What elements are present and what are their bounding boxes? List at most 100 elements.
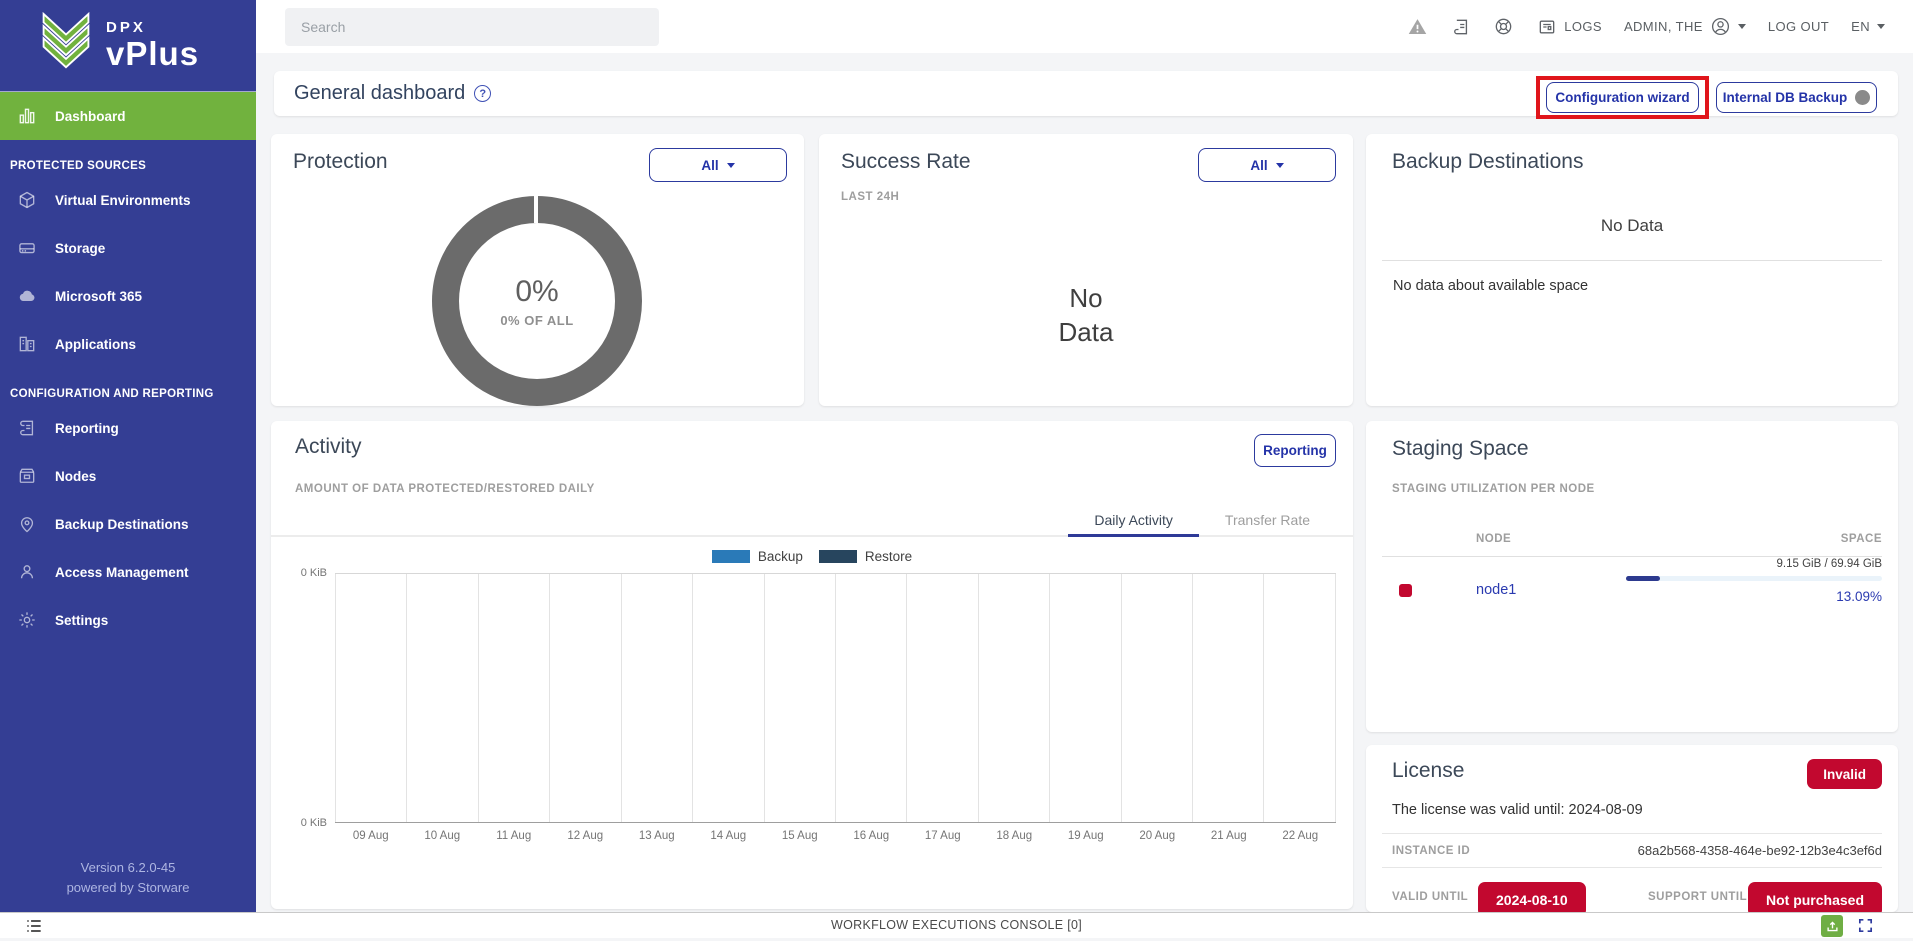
success-rate-subtitle: LAST 24H bbox=[841, 191, 899, 203]
status-dot-icon bbox=[1855, 90, 1870, 105]
cube-icon bbox=[17, 190, 37, 210]
license-status-badge: Invalid bbox=[1807, 759, 1882, 789]
success-rate-no-data: No Data bbox=[819, 282, 1353, 350]
map-pin-icon bbox=[17, 514, 37, 534]
page-title: General dashboard bbox=[294, 82, 465, 105]
support-until-label: SUPPORT UNTIL bbox=[1648, 891, 1747, 903]
chevron-down-icon bbox=[1738, 24, 1746, 29]
node-usage-fill bbox=[1626, 576, 1660, 581]
language-label: EN bbox=[1851, 19, 1870, 34]
column-header-node: NODE bbox=[1476, 533, 1511, 545]
logout-button[interactable]: LOG OUT bbox=[1768, 19, 1829, 34]
brand-chevron-icon bbox=[38, 12, 94, 77]
sidebar-item-label: Nodes bbox=[55, 469, 96, 484]
valid-until-label: VALID UNTIL bbox=[1392, 891, 1468, 903]
help-lifebuoy-icon[interactable] bbox=[1493, 16, 1514, 37]
brand-name-top: DPX bbox=[106, 20, 199, 35]
user-menu[interactable]: ADMIN, THE bbox=[1624, 16, 1746, 37]
sidebar-item-backup-destinations[interactable]: Backup Destinations bbox=[0, 500, 256, 548]
bar-chart-icon bbox=[17, 106, 37, 126]
node-space-value: 9.15 GiB / 69.94 GiB bbox=[1777, 558, 1882, 570]
sidebar-item-virtual-environments[interactable]: Virtual Environments bbox=[0, 176, 256, 224]
filter-label: All bbox=[701, 158, 718, 173]
version-info: Version 6.2.0-45 powered by Storware bbox=[0, 858, 256, 898]
help-icon[interactable]: ? bbox=[474, 85, 491, 102]
success-rate-title: Success Rate bbox=[841, 150, 971, 174]
support-until-badge: Not purchased bbox=[1748, 882, 1882, 912]
cloud-icon bbox=[17, 286, 37, 306]
backup-destinations-title: Backup Destinations bbox=[1392, 150, 1583, 174]
sidebar-item-microsoft-365[interactable]: Microsoft 365 bbox=[0, 272, 256, 320]
activity-reporting-button[interactable]: Reporting bbox=[1254, 434, 1336, 467]
sidebar-item-applications[interactable]: Applications bbox=[0, 320, 256, 368]
internal-db-backup-button[interactable]: Internal DB Backup bbox=[1716, 82, 1877, 113]
sidebar-section-protected-sources: PROTECTED SOURCES bbox=[0, 140, 256, 176]
activity-panel: Activity Reporting AMOUNT OF DATA PROTEC… bbox=[271, 421, 1353, 909]
protection-percent: 0% bbox=[515, 275, 558, 309]
tab-daily-activity[interactable]: Daily Activity bbox=[1068, 505, 1199, 535]
chevron-down-icon bbox=[1276, 163, 1284, 168]
backup-destinations-note: No data about available space bbox=[1393, 278, 1588, 294]
warning-icon[interactable] bbox=[1407, 16, 1428, 37]
brand-logo[interactable]: DPX vPlus bbox=[0, 0, 256, 87]
activity-tabs: Daily Activity Transfer Rate bbox=[271, 505, 1353, 537]
configuration-wizard-button[interactable]: Configuration wizard bbox=[1546, 82, 1699, 113]
y-axis-tick-top: 0 KiB bbox=[281, 567, 327, 579]
staging-space-panel: Staging Space STAGING UTILIZATION PER NO… bbox=[1366, 421, 1898, 732]
license-panel: License Invalid The license was valid un… bbox=[1366, 745, 1898, 912]
fullscreen-icon[interactable] bbox=[1857, 917, 1875, 935]
hard-drive-icon bbox=[17, 238, 37, 258]
report-icon[interactable] bbox=[1450, 16, 1471, 37]
divider bbox=[1382, 260, 1882, 261]
sidebar-item-dashboard[interactable]: Dashboard bbox=[0, 92, 256, 140]
sidebar-item-label: Reporting bbox=[55, 421, 119, 436]
license-message: The license was valid until: 2024-08-09 bbox=[1392, 802, 1643, 818]
sidebar-nav: Dashboard PROTECTED SOURCES Virtual Envi… bbox=[0, 92, 256, 644]
x-axis-labels: 09 Aug 10 Aug 11 Aug 12 Aug 13 Aug 14 Au… bbox=[335, 830, 1336, 842]
legend-restore: Restore bbox=[819, 549, 912, 564]
success-rate-filter-dropdown[interactable]: All bbox=[1198, 148, 1336, 182]
activity-chart-plot bbox=[335, 573, 1336, 823]
logout-label: LOG OUT bbox=[1768, 19, 1829, 34]
sidebar-item-label: Microsoft 365 bbox=[55, 289, 142, 304]
scroll-icon bbox=[17, 418, 37, 438]
powered-by: powered by Storware bbox=[0, 878, 256, 898]
backup-destinations-panel: Backup Destinations No Data No data abou… bbox=[1366, 134, 1898, 406]
sidebar-item-label: Dashboard bbox=[55, 109, 126, 124]
staging-space-subtitle: STAGING UTILIZATION PER NODE bbox=[1392, 483, 1595, 495]
node-link[interactable]: node1 bbox=[1476, 582, 1516, 598]
filter-label: All bbox=[1250, 158, 1267, 173]
logs-button[interactable]: LOGS bbox=[1536, 16, 1602, 37]
protection-panel: Protection All 0% 0% OF ALL bbox=[271, 134, 804, 406]
version-number: Version 6.2.0-45 bbox=[0, 858, 256, 878]
success-rate-panel: Success Rate LAST 24H All No Data bbox=[819, 134, 1353, 406]
sidebar: DPX vPlus Dashboard PROTECTED SOURCES Vi… bbox=[0, 0, 256, 912]
console-export-icon[interactable] bbox=[1821, 915, 1843, 937]
protection-caption: 0% OF ALL bbox=[500, 313, 573, 328]
language-selector[interactable]: EN bbox=[1851, 19, 1885, 34]
sidebar-item-label: Applications bbox=[55, 337, 136, 352]
newspaper-icon bbox=[1536, 16, 1557, 37]
sidebar-section-configuration-reporting: CONFIGURATION AND REPORTING bbox=[0, 368, 256, 404]
sidebar-item-settings[interactable]: Settings bbox=[0, 596, 256, 644]
instance-id-value: 68a2b568-4358-464e-be92-12b3e4c3ef6d bbox=[1638, 843, 1882, 858]
node-usage-percent: 13.09% bbox=[1836, 589, 1882, 604]
console-label[interactable]: WORKFLOW EXECUTIONS CONSOLE [0] bbox=[0, 918, 1913, 932]
brand-name-bottom: vPlus bbox=[106, 37, 199, 70]
divider bbox=[1382, 556, 1882, 557]
donut-center: 0% 0% OF ALL bbox=[432, 196, 642, 406]
tab-transfer-rate[interactable]: Transfer Rate bbox=[1199, 505, 1336, 535]
sidebar-item-label: Storage bbox=[55, 241, 105, 256]
archive-box-icon bbox=[17, 466, 37, 486]
page-header: General dashboard ? Configuration wizard… bbox=[274, 71, 1898, 116]
sidebar-item-label: Virtual Environments bbox=[55, 193, 191, 208]
sidebar-item-access-management[interactable]: Access Management bbox=[0, 548, 256, 596]
person-icon bbox=[17, 562, 37, 582]
license-title: License bbox=[1392, 759, 1464, 783]
sidebar-item-nodes[interactable]: Nodes bbox=[0, 452, 256, 500]
sidebar-item-reporting[interactable]: Reporting bbox=[0, 404, 256, 452]
protection-filter-dropdown[interactable]: All bbox=[649, 148, 787, 182]
staging-space-title: Staging Space bbox=[1392, 437, 1529, 461]
sidebar-item-storage[interactable]: Storage bbox=[0, 224, 256, 272]
search-input[interactable] bbox=[285, 8, 659, 46]
